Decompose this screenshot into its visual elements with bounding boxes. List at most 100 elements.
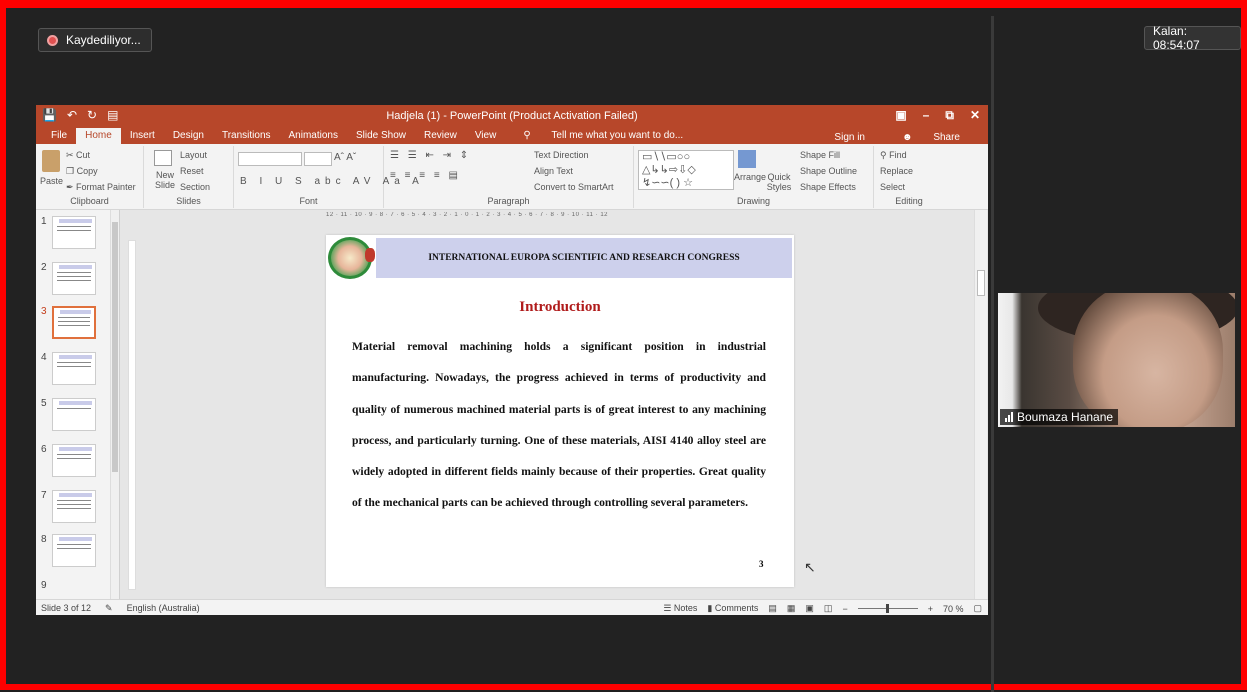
spellcheck-icon[interactable]: ✎: [105, 603, 113, 614]
minimize-icon[interactable]: –: [923, 108, 930, 123]
slide-sorter-icon[interactable]: ▦: [787, 603, 796, 614]
tab-design[interactable]: Design: [164, 128, 213, 144]
slide-scrollbar[interactable]: [974, 210, 987, 599]
tab-view[interactable]: View: [466, 128, 506, 144]
tab-home[interactable]: Home: [76, 128, 121, 144]
language-indicator[interactable]: English (Australia): [127, 603, 200, 614]
font-name-select[interactable]: [238, 152, 302, 166]
screen-frame: Kaydediliyor... Kalan: 08:54:07 💾 ↶ ↻ ▤ …: [0, 0, 1247, 692]
slide-canvas[interactable]: INTERNATIONAL EUROPA SCIENTIFIC AND RESE…: [326, 235, 794, 587]
zoom-out-icon[interactable]: −: [842, 604, 847, 614]
comments-button[interactable]: ▮ Comments: [707, 603, 758, 614]
panel-divider[interactable]: [991, 16, 994, 692]
tell-me-label: Tell me what you want to do...: [551, 130, 684, 141]
slide-thumbnail-5[interactable]: [52, 398, 96, 431]
text-direction-button[interactable]: Text Direction: [534, 150, 589, 160]
thumbnails-scrollbar[interactable]: [110, 210, 119, 599]
window-controls: ▣ – ⧉ ✕: [895, 108, 980, 123]
normal-view-icon[interactable]: ▤: [768, 603, 777, 614]
slide-thumbnail-6[interactable]: [52, 444, 96, 477]
shapes-gallery[interactable]: ▭∖∖▭○○ △↳↳⇨⇩◇ ↯∽∽( ) ☆: [638, 150, 734, 190]
zoom-slider[interactable]: [857, 604, 918, 613]
slide-thumbnail-3-selected[interactable]: [52, 306, 96, 339]
recording-indicator[interactable]: Kaydediliyor...: [38, 28, 152, 52]
list-icons[interactable]: ☰ ☰ ⇤ ⇥ ⇕: [390, 150, 471, 161]
slide-thumbnails-pane[interactable]: 1 2 3 4 5 6 7 8 9: [36, 210, 120, 599]
copy-button[interactable]: ❐ Copy: [66, 166, 98, 177]
align-icons[interactable]: ≡ ≡ ≡ ≡ ▤: [390, 170, 461, 181]
tab-transitions[interactable]: Transitions: [213, 128, 280, 144]
slide-thumbnail-4[interactable]: [52, 352, 96, 385]
scissors-icon: ✂: [66, 150, 77, 160]
thumb-number: 8: [41, 534, 47, 545]
lightbulb-icon: ⚲: [523, 130, 534, 141]
video-face: [1073, 293, 1223, 427]
vertical-ruler: [128, 240, 136, 590]
grow-font-icon[interactable]: Aˆ Aˇ: [334, 152, 356, 163]
record-dot-icon: [47, 34, 58, 46]
slide-thumbnail-8[interactable]: [52, 534, 96, 567]
tab-slide-show[interactable]: Slide Show: [347, 128, 415, 144]
arrange-icon[interactable]: [738, 150, 756, 168]
reset-button[interactable]: Reset: [180, 166, 204, 176]
layout-button[interactable]: Layout: [180, 150, 207, 160]
editing-label: Editing: [895, 196, 923, 206]
participant-name: Boumaza Hanane: [1017, 410, 1114, 424]
fit-slide-icon[interactable]: ▢: [973, 603, 982, 614]
replace-button[interactable]: Replace: [880, 166, 913, 176]
tab-review[interactable]: Review: [415, 128, 466, 144]
scroll-thumb[interactable]: [977, 270, 985, 296]
restore-icon[interactable]: ⧉: [945, 108, 954, 123]
quick-styles-button[interactable]: Quick Styles: [766, 172, 792, 192]
select-button[interactable]: Select: [880, 182, 905, 192]
notes-button[interactable]: ☰ Notes: [663, 603, 697, 614]
thumb-number: 9: [41, 580, 47, 591]
participant-video[interactable]: Boumaza Hanane: [998, 293, 1235, 427]
arrange-button[interactable]: Arrange: [734, 172, 766, 182]
powerpoint-window: 💾 ↶ ↻ ▤ Hadjela (1) - PowerPoint (Produc…: [36, 105, 988, 615]
zoom-in-icon[interactable]: +: [928, 604, 933, 614]
brush-icon: ✒: [66, 182, 77, 192]
shape-fill-button[interactable]: Shape Fill: [800, 150, 840, 160]
slide-thumbnail-1[interactable]: [52, 216, 96, 249]
tell-me-search[interactable]: ⚲ Tell me what you want to do...: [505, 128, 701, 144]
tab-insert[interactable]: Insert: [121, 128, 164, 144]
reading-view-icon[interactable]: ▣: [805, 603, 814, 614]
comment-icon: ▮: [707, 603, 715, 613]
find-button[interactable]: ⚲ Find: [880, 150, 907, 161]
tab-animations[interactable]: Animations: [280, 128, 347, 144]
shape-effects-button[interactable]: Shape Effects: [800, 182, 856, 192]
font-size-select[interactable]: [304, 152, 332, 166]
paste-icon[interactable]: [42, 150, 60, 172]
main-area: 1 2 3 4 5 6 7 8 9 12 · 11 · 10 · 9 · 8 ·…: [36, 210, 988, 599]
paragraph-group: ☰ ☰ ⇤ ⇥ ⇕ ≡ ≡ ≡ ≡ ▤ Text Direction Align…: [384, 146, 634, 208]
format-painter-button[interactable]: ✒ Format Painter: [66, 182, 136, 193]
close-icon[interactable]: ✕: [970, 108, 980, 123]
slide-heading[interactable]: Introduction: [326, 299, 794, 316]
ribbon-display-icon[interactable]: ▣: [895, 108, 906, 123]
slide-thumbnail-2[interactable]: [52, 262, 96, 295]
new-slide-icon[interactable]: [154, 150, 172, 166]
new-slide-button[interactable]: New Slide: [150, 170, 180, 190]
comments-label: Comments: [714, 603, 759, 613]
slide-header-band: INTERNATIONAL EUROPA SCIENTIFIC AND RESE…: [376, 238, 792, 278]
paragraph-label: Paragraph: [487, 196, 530, 206]
magnifier-icon: ⚲: [880, 150, 890, 160]
align-text-button[interactable]: Align Text: [534, 166, 573, 176]
tab-file[interactable]: File: [42, 128, 76, 144]
cut-button[interactable]: ✂ Cut: [66, 150, 90, 161]
horizontal-ruler: 12 · 11 · 10 · 9 · 8 · 7 · 6 · 5 · 4 · 3…: [326, 212, 609, 218]
drawing-label: Drawing: [736, 196, 770, 206]
convert-smartart-button[interactable]: Convert to SmartArt: [534, 182, 614, 192]
zoom-level[interactable]: 70 %: [943, 604, 964, 614]
status-bar: Slide 3 of 12 ✎ English (Australia) ☰ No…: [36, 599, 988, 615]
slide-body-text[interactable]: Material removal machining holds a signi…: [352, 331, 766, 519]
shape-outline-button[interactable]: Shape Outline: [800, 166, 857, 176]
section-button[interactable]: Section: [180, 182, 210, 192]
signal-bars-icon: [1005, 412, 1013, 422]
paste-button[interactable]: Paste: [40, 176, 63, 186]
slideshow-icon[interactable]: ◫: [824, 603, 833, 614]
slide-thumbnail-7[interactable]: [52, 490, 96, 523]
slides-group: New Slide Layout Reset Section Slides: [144, 146, 234, 208]
window-title: Hadjela (1) - PowerPoint (Product Activa…: [386, 110, 638, 122]
